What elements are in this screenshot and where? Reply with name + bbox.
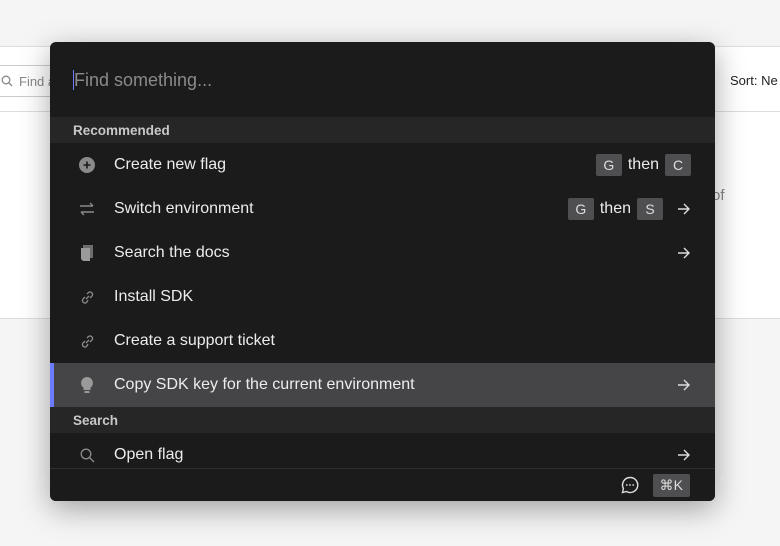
arrow-right-icon — [678, 203, 690, 215]
command-palette: Find something... Recommended Create new… — [50, 42, 715, 501]
command-label: Search the docs — [114, 244, 230, 261]
sort-dropdown[interactable]: Sort: Ne — [730, 73, 778, 88]
shortcut-key: G — [567, 198, 594, 220]
lightbulb-icon — [78, 376, 96, 394]
command-create-new-flag[interactable]: Create new flag G then C — [50, 143, 715, 187]
shortcut-key: G — [595, 154, 622, 176]
command-switch-environment[interactable]: Switch environment G then S — [50, 187, 715, 231]
swap-icon — [78, 200, 96, 218]
command-copy-sdk-key[interactable]: Copy SDK key for the current environment — [50, 363, 715, 407]
link-icon — [78, 332, 96, 350]
command-create-support-ticket[interactable]: Create a support ticket — [50, 319, 715, 363]
shortcut-key: S — [637, 198, 663, 220]
search-icon — [78, 446, 96, 464]
section-header-recommended: Recommended — [50, 117, 715, 143]
palette-shortcut-key: ⌘K — [652, 473, 690, 497]
command-label: Open flag — [114, 446, 184, 463]
search-icon — [1, 75, 13, 87]
text-caret — [73, 70, 74, 90]
command-install-sdk[interactable]: Install SDK — [50, 275, 715, 319]
shortcut-then: then — [599, 200, 631, 217]
command-search-input[interactable]: Find something... — [50, 42, 715, 117]
command-search-docs[interactable]: Search the docs — [50, 231, 715, 275]
section-header-search: Search — [50, 407, 715, 433]
command-label: Copy SDK key for the current environment — [114, 376, 415, 393]
plus-circle-icon — [78, 156, 96, 174]
command-label: Create a support ticket — [114, 332, 275, 349]
shortcut-then: then — [627, 156, 659, 173]
chat-icon[interactable] — [621, 476, 639, 494]
link-icon — [78, 288, 96, 306]
arrow-right-icon — [678, 449, 690, 461]
palette-footer: ⌘K — [50, 468, 715, 501]
docs-icon — [78, 244, 96, 262]
command-label: Install SDK — [114, 288, 194, 305]
command-search-placeholder: Find something... — [74, 70, 213, 90]
arrow-right-icon — [678, 379, 690, 391]
shortcut-key: C — [665, 154, 691, 176]
command-label: Create new flag — [114, 156, 227, 173]
arrow-right-icon — [678, 247, 690, 259]
command-label: Switch environment — [114, 200, 254, 217]
